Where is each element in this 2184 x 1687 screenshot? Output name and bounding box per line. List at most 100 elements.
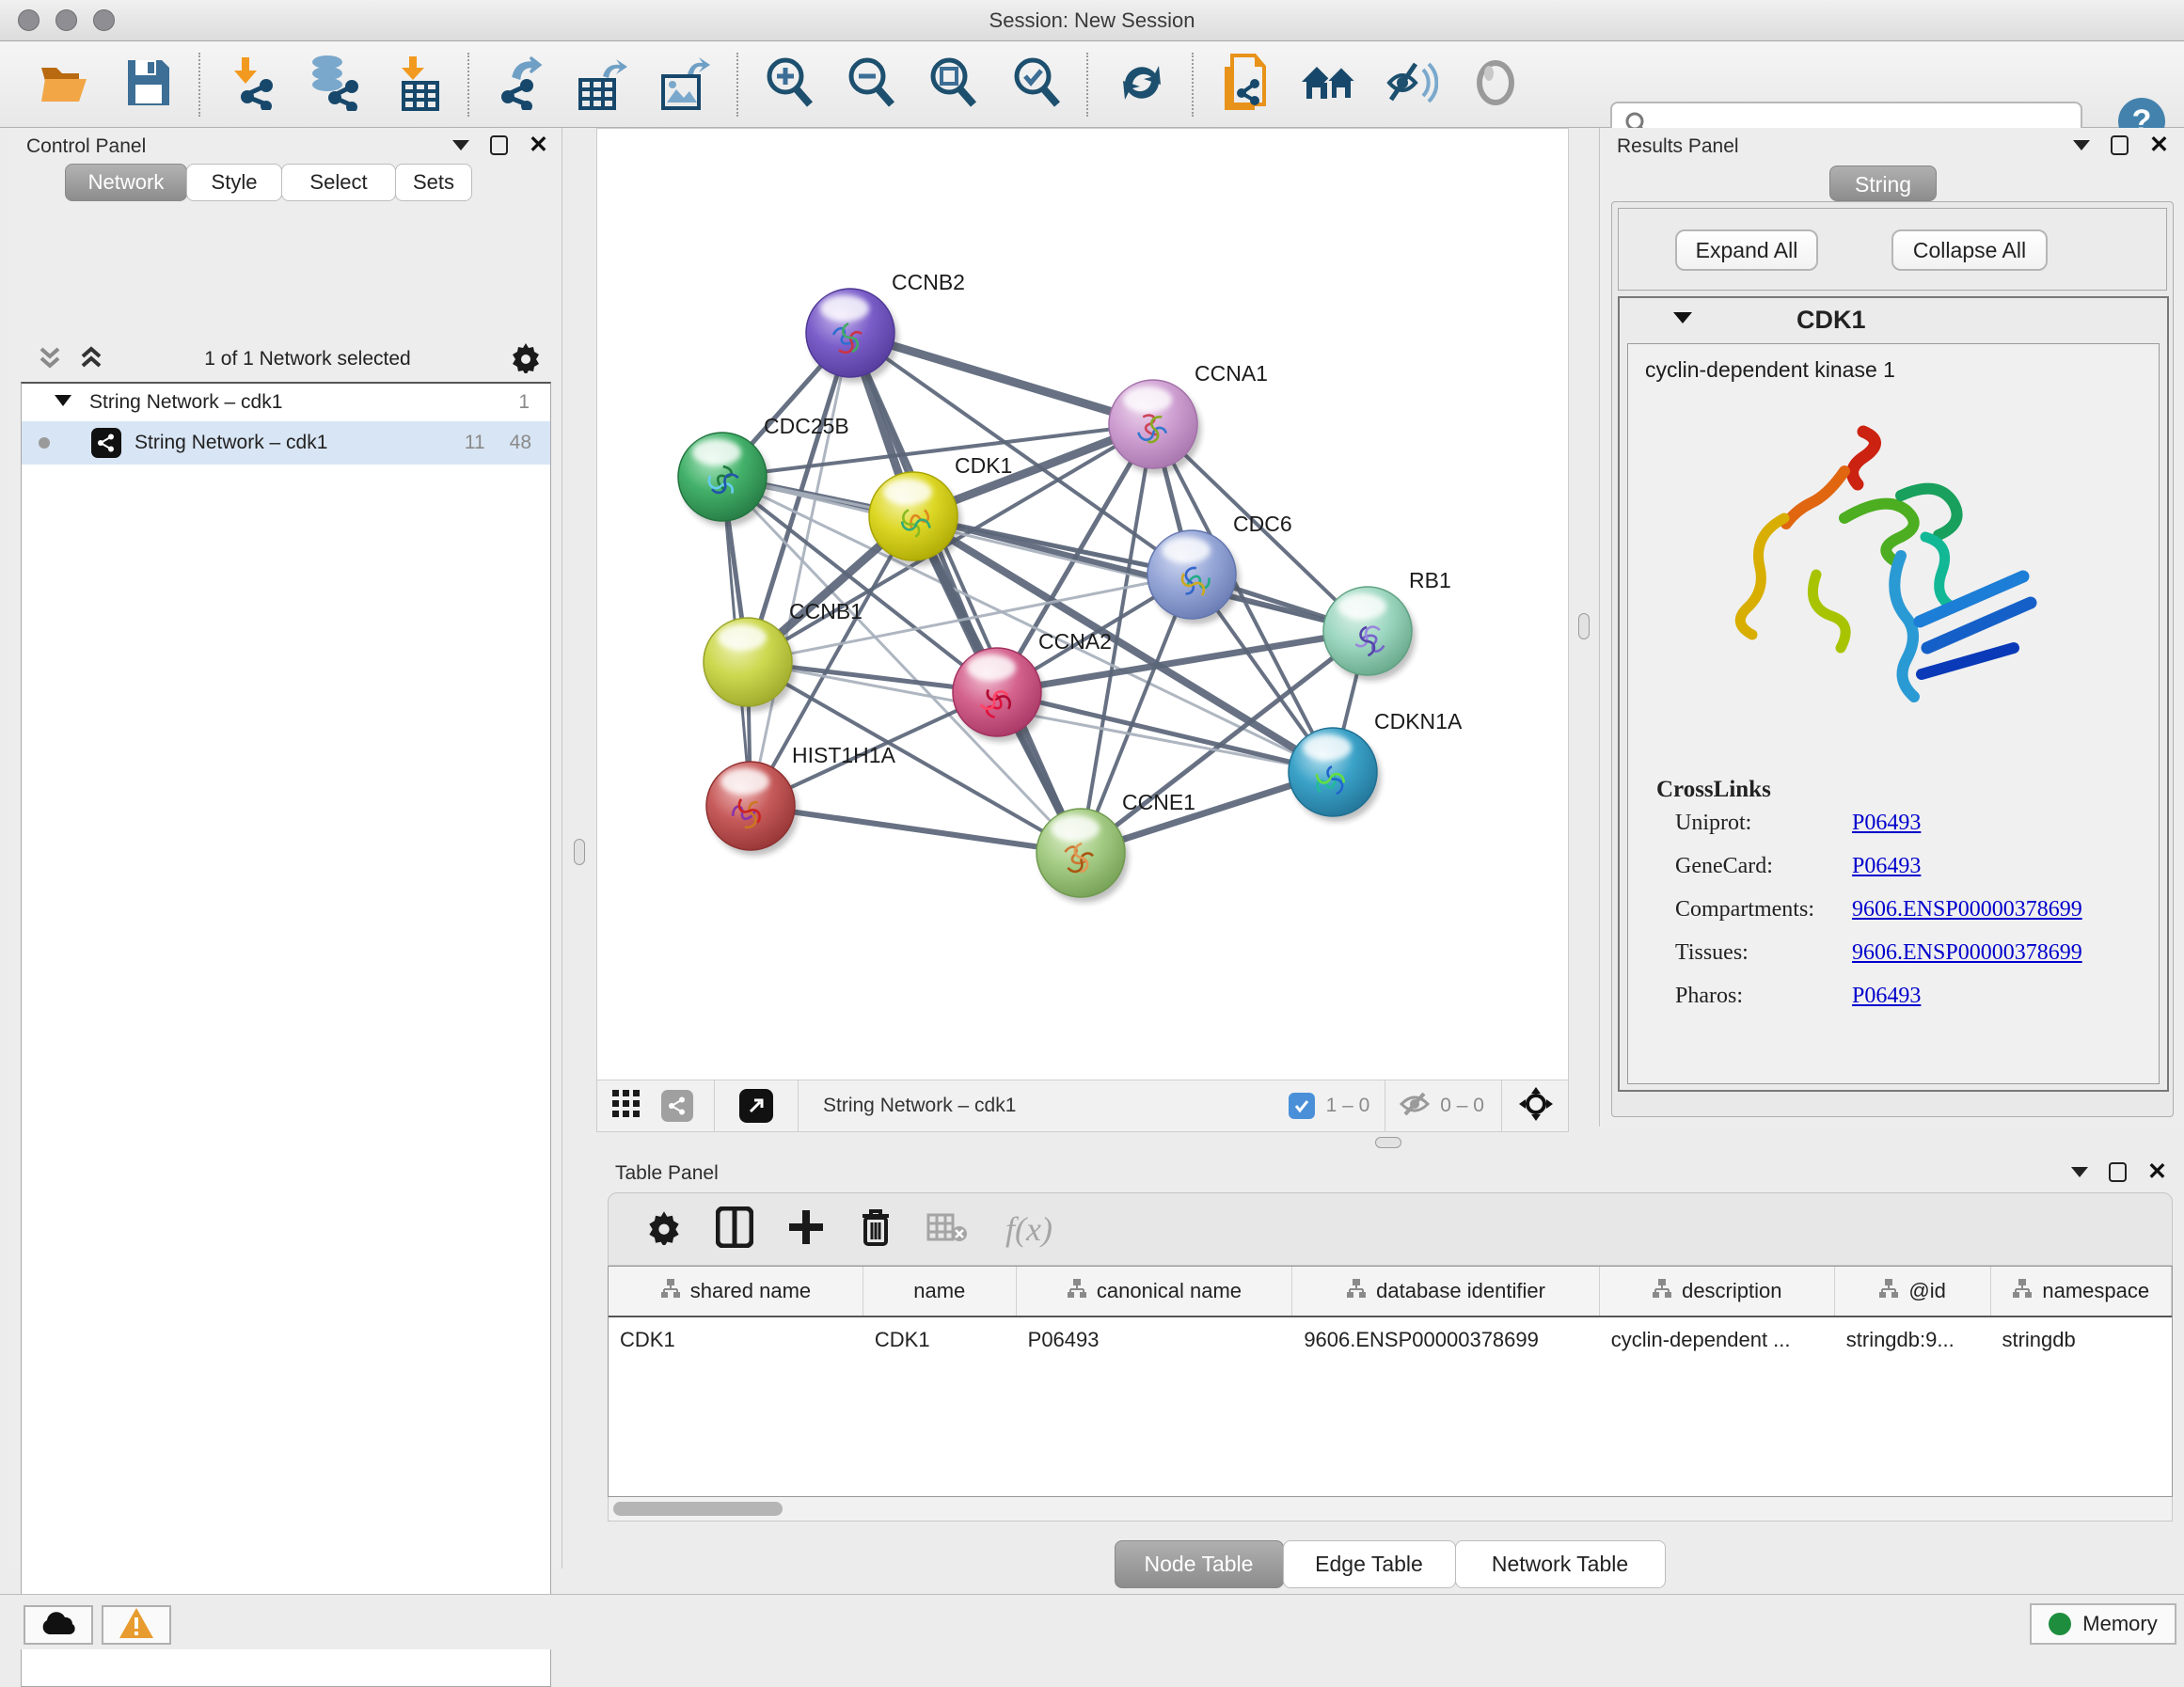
import-network-from-file-button[interactable] <box>224 55 284 115</box>
panel-menu-icon[interactable] <box>452 140 469 150</box>
crosslink-link[interactable]: P06493 <box>1852 811 1921 835</box>
network-view[interactable]: CCNB2CCNA1CDC25BCDK1CDC6RB1CCNB1CCNA2CDK… <box>596 128 1569 1132</box>
section-collapse-icon[interactable] <box>1672 310 1693 330</box>
node-CDK1[interactable]: CDK1 <box>869 453 1012 566</box>
table-cell[interactable]: 9606.ENSP00000378699 <box>1292 1317 1599 1363</box>
tab-sets[interactable]: Sets <box>395 164 472 201</box>
zoom-in-button[interactable] <box>760 55 820 115</box>
network-canvas[interactable]: CCNB2CCNA1CDC25BCDK1CDC6RB1CCNB1CCNA2CDK… <box>597 129 1568 1080</box>
panel-float-icon[interactable] <box>490 135 508 155</box>
network-row-selected[interactable]: String Network – cdk1 11 48 <box>22 421 550 465</box>
zoom-fit-button[interactable] <box>924 55 984 115</box>
selected-checkbox-icon[interactable] <box>1289 1093 1315 1119</box>
column-header[interactable]: @id <box>1835 1267 1991 1316</box>
export-table-button[interactable] <box>572 55 632 115</box>
tab-style[interactable]: Style <box>186 164 282 201</box>
select-columns-icon[interactable] <box>716 1206 753 1253</box>
table-cell[interactable]: P06493 <box>1017 1317 1293 1363</box>
export-image-button[interactable] <box>653 55 713 115</box>
save-session-button[interactable] <box>119 55 179 115</box>
table-gear-icon[interactable] <box>646 1209 682 1250</box>
column-header[interactable]: database identifier <box>1292 1267 1599 1316</box>
crosslink-link[interactable]: 9606.ENSP00000378699 <box>1852 940 2082 965</box>
edge-CDK1-RB1[interactable] <box>913 516 1368 631</box>
table-cell[interactable]: CDK1 <box>609 1317 863 1363</box>
import-table-from-file-button[interactable] <box>390 55 451 115</box>
panel-float-icon[interactable] <box>2109 1162 2127 1182</box>
table-cell[interactable]: stringdb:9... <box>1835 1317 1991 1363</box>
table-panel: Table Panel ✕ f(x) shared namenamecanoni… <box>596 1157 2184 1594</box>
column-header[interactable]: canonical name <box>1017 1267 1293 1316</box>
table-cell[interactable]: CDK1 <box>863 1317 1017 1363</box>
warning-button[interactable] <box>102 1605 171 1645</box>
crosshair-icon[interactable] <box>1517 1085 1555 1127</box>
bottom-splitter-handle[interactable] <box>1375 1137 1401 1148</box>
tree-expand-icon[interactable] <box>54 391 72 414</box>
network-collection-row[interactable]: String Network – cdk1 1 <box>22 384 550 421</box>
table-hscrollbar-thumb[interactable] <box>613 1502 783 1516</box>
tab-network[interactable]: Network <box>65 164 187 201</box>
birdseye-grid-icon[interactable] <box>612 1090 641 1123</box>
panel-menu-icon[interactable] <box>2073 140 2090 150</box>
string-home-button[interactable] <box>1299 55 1359 115</box>
tab-node-table[interactable]: Node Table <box>1115 1540 1284 1588</box>
column-header[interactable]: shared name <box>609 1267 863 1316</box>
import-network-from-database-button[interactable] <box>303 55 363 115</box>
cloud-button[interactable] <box>24 1605 93 1645</box>
detach-view-icon[interactable] <box>739 1089 773 1123</box>
delete-column-icon[interactable] <box>859 1206 893 1253</box>
left-splitter-handle[interactable] <box>574 839 585 865</box>
node-table[interactable]: shared namenamecanonical namedatabase id… <box>608 1266 2173 1497</box>
hidden-eye-icon[interactable] <box>1399 1090 1431 1123</box>
column-header[interactable]: namespace <box>1991 1267 2173 1316</box>
tab-select[interactable]: Select <box>281 164 396 201</box>
hide-glass-button[interactable] <box>1380 55 1440 115</box>
edge-CCNB2-HIST1H1A[interactable] <box>751 333 850 806</box>
expand-all-button[interactable]: Expand All <box>1675 229 1818 271</box>
right-splitter-handle[interactable] <box>1578 613 1590 639</box>
network-from-file-button[interactable] <box>1215 55 1275 115</box>
open-session-button[interactable] <box>34 55 94 115</box>
tab-network-table[interactable]: Network Table <box>1455 1540 1666 1588</box>
apply-layout-button[interactable] <box>1112 55 1172 115</box>
memory-button[interactable]: Memory <box>2030 1603 2176 1645</box>
column-header[interactable]: description <box>1600 1267 1835 1316</box>
node-RB1[interactable]: RB1 <box>1323 568 1451 681</box>
tab-edge-table[interactable]: Edge Table <box>1283 1540 1456 1588</box>
show-glass-button[interactable] <box>1465 55 1526 115</box>
window-close-button[interactable] <box>18 9 40 31</box>
edge-HIST1H1A-CCNE1[interactable] <box>751 806 1081 853</box>
window-zoom-button[interactable] <box>93 9 115 31</box>
gear-icon[interactable] <box>510 341 542 378</box>
zoom-out-button[interactable] <box>842 55 902 115</box>
string-badge-icon[interactable] <box>661 1090 693 1122</box>
column-header-label: namespace <box>2042 1279 2149 1303</box>
table-cell[interactable]: stringdb <box>1990 1317 2172 1363</box>
column-header[interactable]: name <box>863 1267 1017 1316</box>
node-HIST1H1A[interactable]: HIST1H1A <box>706 743 896 856</box>
crosslink-row: Compartments:9606.ENSP00000378699 <box>1675 897 2159 940</box>
export-network-button[interactable] <box>490 55 550 115</box>
node-CCNA1[interactable]: CCNA1 <box>1109 361 1268 474</box>
add-column-icon[interactable] <box>787 1208 825 1251</box>
tab-string[interactable]: String <box>1829 166 1937 201</box>
panel-float-icon[interactable] <box>2111 135 2129 155</box>
panel-close-icon[interactable]: ✕ <box>2149 135 2169 155</box>
crosslink-link[interactable]: P06493 <box>1852 854 1921 878</box>
table-row[interactable]: CDK1CDK1P064939606.ENSP00000378699cyclin… <box>609 1317 2172 1363</box>
node-CCNB2[interactable]: CCNB2 <box>806 270 965 383</box>
panel-close-icon[interactable]: ✕ <box>2147 1162 2167 1182</box>
window-minimize-button[interactable] <box>55 9 77 31</box>
crosslink-link[interactable]: 9606.ENSP00000378699 <box>1852 897 2082 922</box>
crosslink-link[interactable]: P06493 <box>1852 984 1921 1008</box>
panel-close-icon[interactable]: ✕ <box>529 135 548 155</box>
table-cell[interactable]: cyclin-dependent ... <box>1600 1317 1835 1363</box>
table-hscrollbar[interactable] <box>608 1497 2173 1521</box>
node-CDKN1A[interactable]: CDKN1A <box>1289 709 1463 822</box>
node-CCNB1[interactable]: CCNB1 <box>704 599 863 712</box>
zoom-selected-button[interactable] <box>1007 55 1068 115</box>
expand-all-icon[interactable] <box>77 343 105 376</box>
collapse-all-button[interactable]: Collapse All <box>1891 229 2048 271</box>
collapse-all-icon[interactable] <box>36 343 64 376</box>
panel-menu-icon[interactable] <box>2071 1167 2088 1177</box>
